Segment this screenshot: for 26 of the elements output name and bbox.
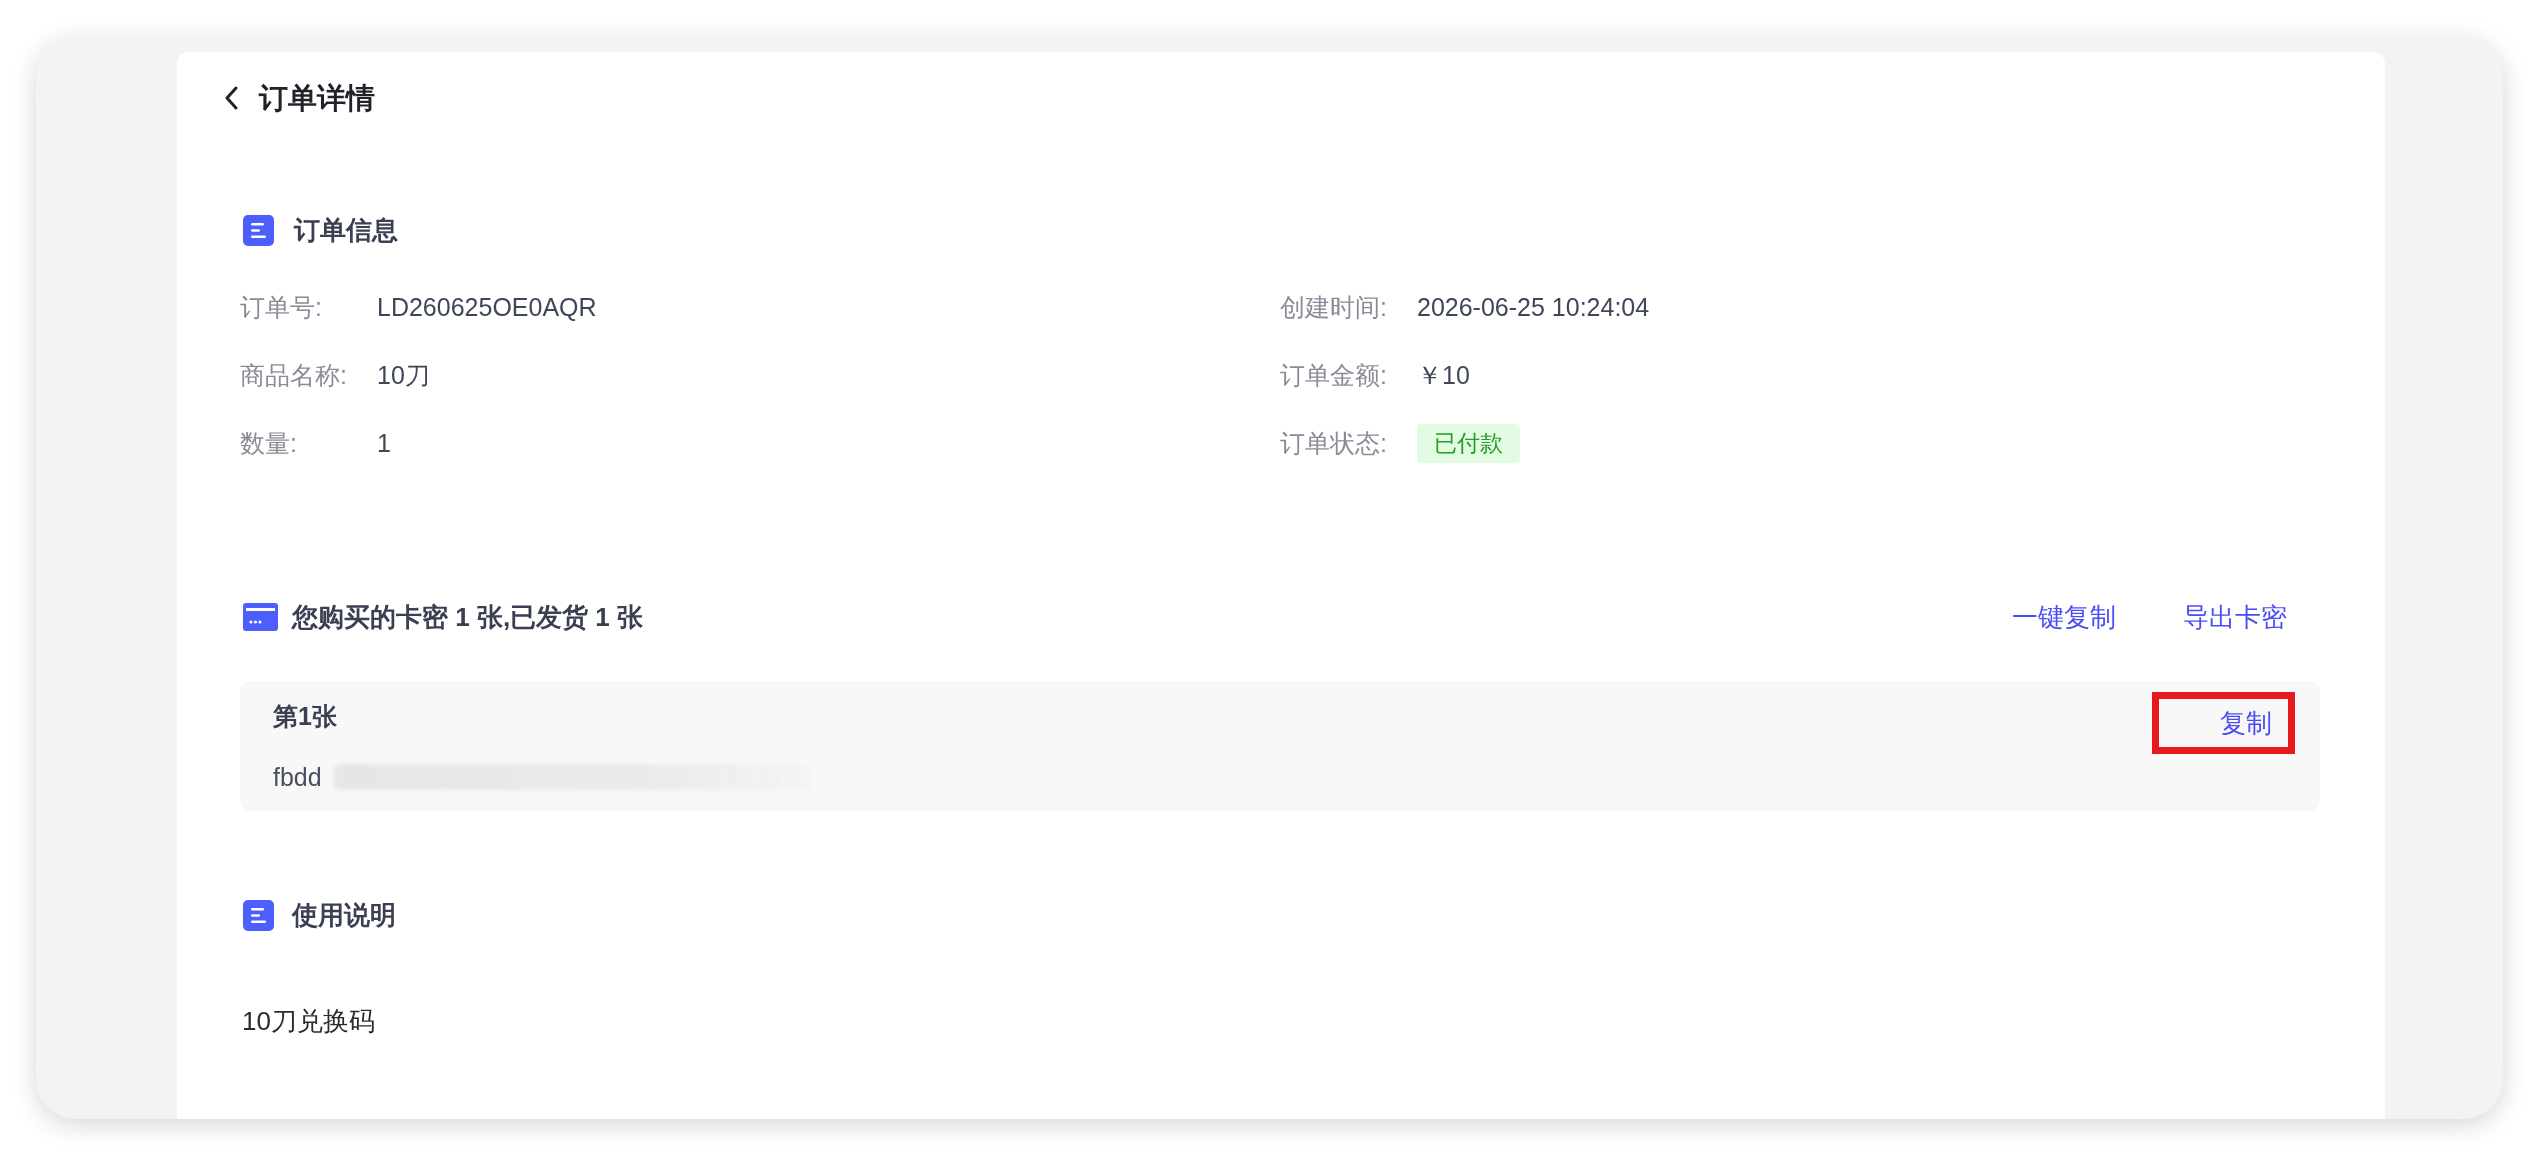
section-title: 使用说明 — [292, 898, 396, 932]
field-label: 数量: — [240, 427, 298, 459]
field-value: ￥10 — [1417, 359, 1470, 391]
field-value: 2026-06-25 10:24:04 — [1417, 292, 1650, 322]
field-label: 订单状态: — [1280, 427, 1388, 459]
card-icon — [243, 603, 278, 631]
list-icon — [243, 214, 274, 246]
field-value: 1 — [377, 428, 391, 458]
copy-button[interactable]: 复制 — [2220, 707, 2272, 739]
field-label: 订单号: — [240, 291, 323, 323]
field-label: 商品名称: — [240, 359, 348, 391]
field-value: LD260625OE0AQR — [377, 292, 597, 322]
page-title: 订单详情 — [259, 81, 375, 116]
field-value: 10刀 — [377, 359, 430, 391]
section-title: 订单信息 — [294, 213, 398, 247]
action-link[interactable]: 一键复制 — [2012, 601, 2116, 633]
status-badge: 已付款 — [1417, 423, 1520, 463]
back-icon[interactable] — [224, 86, 238, 110]
section-title: 您购买的卡密 1 张,已发货 1 张 — [292, 600, 644, 634]
card-key-code: fbdd — [273, 762, 322, 792]
list-icon — [243, 899, 274, 931]
card-key-title: 第1张 — [273, 701, 338, 731]
field-label: 订单金额: — [1280, 359, 1388, 391]
action-link[interactable]: 导出卡密 — [2183, 601, 2287, 633]
usage-text: 10刀兑换码 — [242, 1005, 376, 1038]
field-label: 创建时间: — [1280, 291, 1388, 323]
